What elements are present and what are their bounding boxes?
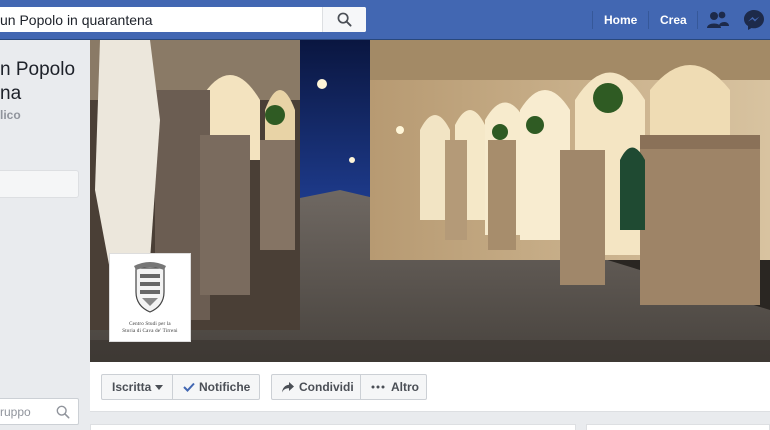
joined-button[interactable]: Iscritta (101, 374, 173, 400)
notifications-button[interactable]: Notifiche (172, 374, 260, 400)
group-cover-photo[interactable]: Centro Studi per la Storia di Cava de' T… (90, 40, 770, 362)
sidebar-menu-item[interactable] (0, 170, 79, 198)
coat-of-arms-icon (134, 262, 166, 313)
caret-down-icon (155, 384, 164, 390)
more-dots-icon (371, 385, 385, 389)
nav-home-link[interactable]: Home (604, 0, 637, 40)
search-button[interactable] (322, 7, 366, 32)
top-navigation-bar: un Popolo in quarantena Home Crea (0, 0, 770, 40)
right-card-edge (586, 424, 770, 430)
nav-divider (592, 11, 593, 29)
search-input[interactable]: un Popolo in quarantena (0, 12, 322, 28)
friend-requests-icon[interactable] (707, 10, 729, 30)
search-box[interactable]: un Popolo in quarantena (0, 7, 366, 32)
logo-caption-line2: Storia di Cava de' Tirreni (122, 329, 178, 334)
more-button[interactable]: Altro (360, 374, 427, 400)
composer-card-edge (90, 424, 576, 430)
checkmark-icon (183, 382, 195, 392)
group-logo: Centro Studi per la Storia di Cava de' T… (109, 253, 191, 342)
group-title-line2: na (0, 83, 22, 104)
group-search-input[interactable]: ruppo (0, 405, 56, 419)
notifications-label: Notifiche (199, 380, 251, 394)
logo-caption-line1: Centro Studi per la (129, 322, 171, 327)
group-title-line1: n Popolo (0, 59, 76, 80)
logo-caption: Centro Studi per la Storia di Cava de' T… (110, 321, 190, 335)
group-action-bar: Iscritta Notifiche Condividi Altro (90, 362, 770, 412)
search-icon (337, 12, 352, 27)
nav-divider (648, 11, 649, 29)
group-search-box[interactable]: ruppo (0, 398, 79, 425)
share-button[interactable]: Condividi (271, 374, 361, 400)
group-privacy-label: lico (0, 108, 21, 122)
messenger-icon[interactable] (743, 9, 765, 31)
group-title[interactable]: n Popolo na (0, 58, 90, 106)
share-label: Condividi (299, 380, 354, 394)
cover-photo-image (90, 40, 770, 362)
nav-create-link[interactable]: Crea (660, 0, 687, 40)
search-icon[interactable] (56, 405, 70, 419)
more-label: Altro (391, 380, 419, 394)
nav-divider (697, 11, 698, 29)
joined-label: Iscritta (112, 380, 152, 394)
share-arrow-icon (282, 381, 294, 392)
group-sidebar: n Popolo na lico ruppo (0, 40, 90, 430)
